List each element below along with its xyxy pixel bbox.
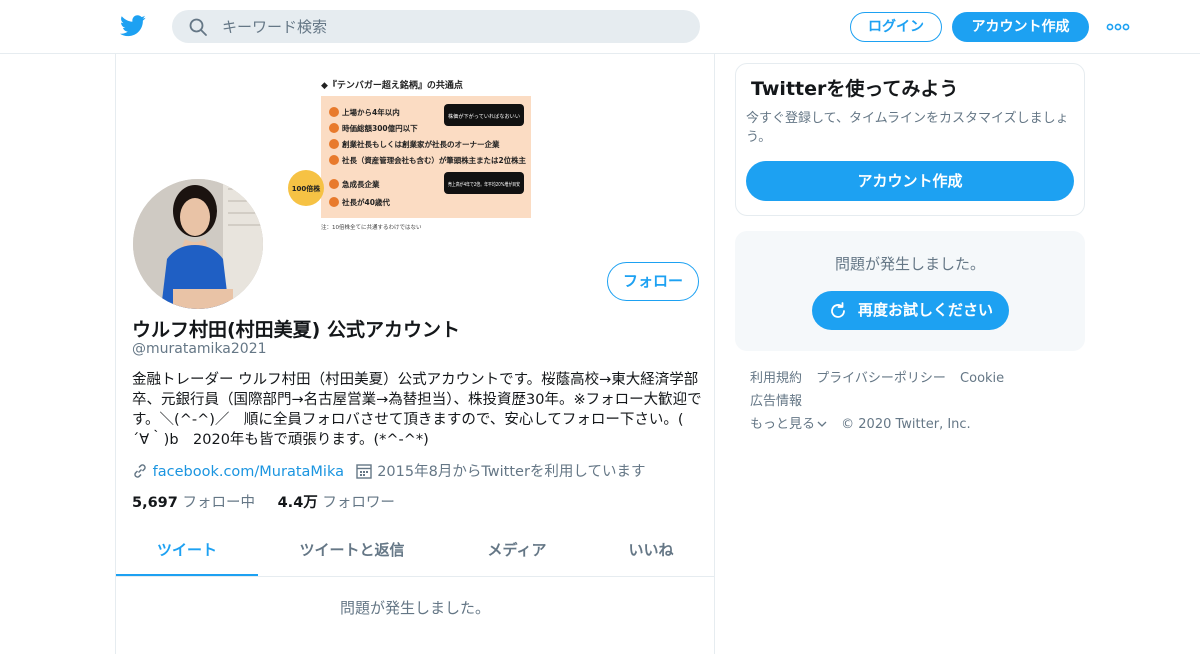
footer-link-ads[interactable]: 広告情報	[750, 394, 802, 409]
profile-bio: 金融トレーダー ウルフ村田（村田美夏）公式アカウントです。桜蔭高校→東大経済学部…	[132, 372, 702, 448]
more-options-icon[interactable]	[1106, 18, 1130, 36]
banner-item-3: 創業社長もしくは創業家が社長のオーナー企業	[341, 139, 500, 149]
footer-link-cookie[interactable]: Cookie	[960, 371, 1004, 386]
profile-name: ウルフ村田(村田美夏) 公式アカウント	[132, 319, 460, 341]
top-navigation-bar: ログイン アカウント作成	[0, 0, 1200, 54]
calendar-icon	[355, 464, 372, 479]
retry-label: 再度お試しください	[858, 301, 994, 319]
link-icon	[134, 464, 146, 478]
promo-signup-button[interactable]: アカウント作成	[746, 161, 1074, 201]
profile-tabs: ツイート ツイートと返信 メディア いいね	[116, 527, 714, 577]
promo-title: Twitterを使ってみよう	[751, 78, 959, 100]
retry-button[interactable]: 再度お試しください	[812, 291, 1009, 330]
tab-tweets-and-replies[interactable]: ツイートと返信	[258, 527, 446, 576]
banner-badge: 100倍株	[292, 184, 322, 193]
login-button[interactable]: ログイン	[850, 12, 942, 42]
search-input[interactable]	[222, 10, 682, 43]
footer-more-menu[interactable]: もっと見る	[750, 417, 827, 432]
search-icon	[189, 18, 207, 36]
banner-title: ◆『テンバガー超え銘柄』の共通点	[321, 79, 463, 91]
sidebar-error-message: 問題が発生しました。	[834, 255, 985, 273]
signup-button[interactable]: アカウント作成	[952, 12, 1089, 42]
avatar-photo	[133, 179, 263, 309]
promo-text: 今すぐ登録して、タイムラインをカスタマイズしましょう。	[746, 111, 1069, 145]
banner-callout-1: 株価が下がっていればなおいい	[448, 113, 520, 120]
timeline-error-message: 問題が発生しました。	[339, 599, 490, 617]
profile-meta: facebook.com/MurataMika 2015年8月からTwitter…	[132, 460, 646, 481]
footer-link-more: もっと見る	[750, 417, 816, 432]
profile-handle[interactable]: @muratamika2021	[132, 341, 267, 357]
profile-avatar[interactable]	[131, 177, 265, 311]
banner-note: 注：10倍株全てに共通するわけではない	[321, 223, 422, 231]
footer-copyright: © 2020 Twitter, Inc.	[841, 417, 971, 432]
profile-column: ◆『テンバガー超え銘柄』の共通点 100倍株 上場から4年以内 時価総額300億…	[115, 54, 715, 654]
sidebar-error-card: 問題が発生しました。 再度お試しください	[735, 231, 1085, 351]
search-box[interactable]	[172, 10, 700, 43]
follow-button[interactable]: フォロー	[607, 262, 699, 301]
banner-callout-2: 売上高が4年で2倍。年平均20%増が目安	[448, 181, 520, 188]
followers-stat[interactable]: 4.4万 フォロワー	[278, 495, 395, 511]
following-stat[interactable]: 5,697 フォロー中	[132, 495, 255, 511]
footer-link-terms[interactable]: 利用規約	[750, 371, 802, 386]
signup-promo-card: Twitterを使ってみよう 今すぐ登録して、タイムラインをカスタマイズしましょ…	[735, 63, 1085, 216]
footer-links: 利用規約 プライバシーポリシー Cookie 広告情報 もっと見る © 2020…	[750, 367, 1080, 436]
banner-item-5: 急成長企業	[342, 179, 380, 189]
profile-stats: 5,697 フォロー中 4.4万 フォロワー	[132, 491, 395, 512]
profile-joined-date: 2015年8月からTwitterを利用しています	[377, 464, 646, 480]
footer-link-privacy[interactable]: プライバシーポリシー	[816, 371, 946, 386]
banner-item-4: 社長（資産管理会社も含む）が筆頭株主または2位株主	[341, 155, 526, 165]
tab-media[interactable]: メディア	[446, 527, 588, 576]
profile-website-link[interactable]: facebook.com/MurataMika	[153, 464, 344, 480]
banner-infographic: ◆『テンバガー超え銘柄』の共通点 100倍株 上場から4年以内 時価総額300億…	[288, 79, 531, 231]
chevron-down-icon	[817, 421, 827, 427]
banner-item-6: 社長が40歳代	[341, 197, 390, 207]
tab-likes[interactable]: いいね	[588, 527, 714, 576]
following-label: フォロー中	[182, 495, 255, 511]
followers-count: 4.4万	[277, 495, 318, 511]
tab-tweets[interactable]: ツイート	[116, 527, 258, 576]
refresh-icon	[831, 302, 845, 318]
twitter-bird-icon[interactable]	[120, 14, 146, 38]
following-count: 5,697	[132, 495, 178, 511]
followers-label: フォロワー	[322, 495, 395, 511]
banner-item-1: 上場から4年以内	[342, 107, 400, 117]
banner-item-2: 時価総額300億円以下	[342, 123, 418, 133]
